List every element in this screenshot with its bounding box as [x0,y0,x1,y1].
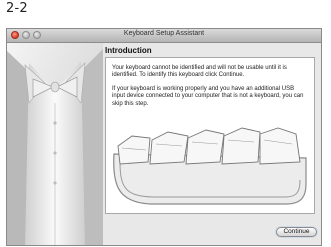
page-heading: Introduction [105,46,152,55]
intro-paragraph-2: If your keyboard is working properly and… [112,86,304,107]
intro-paragraph-1: Your keyboard cannot be identified and w… [112,65,287,79]
continue-button[interactable]: Continue [276,227,317,237]
keyboard-setup-window: Keyboard Setup Assistant Introduction Yo… [6,28,322,246]
title-bar[interactable]: Keyboard Setup Assistant [7,29,321,43]
figure-label: 2-2 [6,1,28,16]
tuxedo-bowtie-icon [7,43,103,245]
window-title: Keyboard Setup Assistant [123,30,205,37]
keyboard-icon [113,127,307,205]
content-panel: Your keyboard cannot be identified and w… [105,57,315,214]
